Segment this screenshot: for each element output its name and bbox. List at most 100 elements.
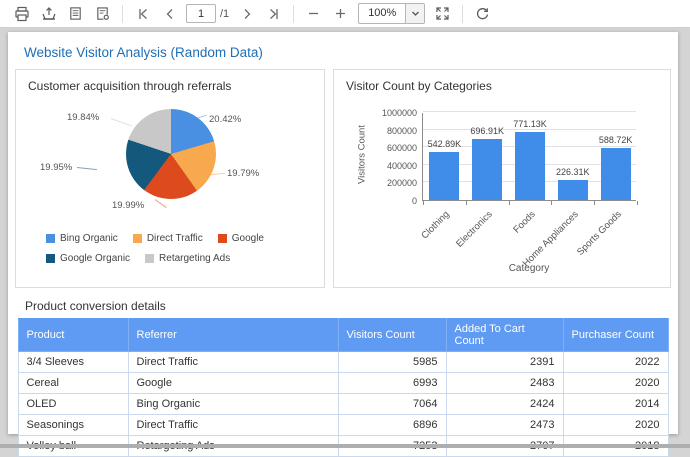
table-cell: 6896 [338, 415, 446, 436]
bar-chart-title: Visitor Count by Categories [334, 70, 670, 93]
zoom-out-button[interactable] [300, 2, 327, 26]
export-button[interactable] [35, 2, 62, 26]
bar-chart-area: Visitors Count 0200000400000600000800000… [334, 99, 670, 284]
report-page: Website Visitor Analysis (Random Data) C… [8, 32, 678, 434]
chevron-down-icon [411, 5, 420, 23]
x-axis-title: Category [422, 263, 636, 274]
report-viewer-area: Website Visitor Analysis (Random Data) C… [0, 28, 690, 448]
table-row: OLEDBing Organic706424242014 [18, 394, 668, 415]
fullscreen-icon [435, 6, 450, 21]
y-tick-label: 800000 [355, 126, 417, 136]
chevron-left-icon [163, 7, 177, 21]
last-page-button[interactable] [260, 2, 287, 26]
parameters-button[interactable] [89, 2, 116, 26]
x-tick-mark [509, 201, 510, 205]
refresh-button[interactable] [469, 2, 496, 26]
minus-icon [307, 7, 320, 20]
legend-label: Direct Traffic [147, 233, 203, 244]
table-cell: 5985 [338, 352, 446, 373]
fullscreen-button[interactable] [429, 2, 456, 26]
bar-chart-panel: Visitor Count by Categories Visitors Cou… [333, 69, 671, 288]
legend-label: Google Organic [60, 253, 130, 264]
table-cell: 6993 [338, 373, 446, 394]
x-tick-mark [594, 201, 595, 205]
report-title: Website Visitor Analysis (Random Data) [8, 32, 678, 60]
table-cell: 2424 [446, 394, 563, 415]
toolbar-separator [293, 5, 294, 23]
y-axis-title: Visitors Count [357, 105, 368, 205]
gridline [423, 111, 636, 112]
last-page-icon [267, 7, 281, 21]
legend-item[interactable]: Google Organic [46, 253, 130, 264]
pie-slice-label: 19.99% [112, 200, 144, 211]
legend-label: Bing Organic [60, 233, 118, 244]
table-row: CerealGoogle699324832020 [18, 373, 668, 394]
print-button[interactable] [8, 2, 35, 26]
zoom-select[interactable]: 100% [358, 3, 425, 24]
legend-item[interactable]: Google [218, 233, 264, 244]
table-cell: 2020 [563, 373, 668, 394]
y-tick-label: 400000 [355, 161, 417, 171]
legend-item[interactable]: Direct Traffic [133, 233, 203, 244]
table-title: Product conversion details [8, 288, 678, 318]
table-cell: Cereal [18, 373, 128, 394]
table-cell: Direct Traffic [128, 352, 338, 373]
pie-chart-area: 20.42% 19.79% 19.99% 19.95% 19.84% [16, 101, 324, 227]
charts-row: Customer acquisition through referrals 2… [8, 60, 678, 288]
bar-plot: 02000004000006000008000001000000542.89KC… [422, 113, 636, 201]
next-page-button[interactable] [233, 2, 260, 26]
bar-value-label: 226.31K [541, 167, 605, 177]
bar [601, 148, 631, 200]
table-cell: 2473 [446, 415, 563, 436]
y-tick-label: 1000000 [355, 108, 417, 118]
chevron-right-icon [240, 7, 254, 21]
pie-chart-panel: Customer acquisition through referrals 2… [15, 69, 325, 288]
first-page-icon [136, 7, 150, 21]
legend-label: Google [232, 233, 264, 244]
print-icon [14, 6, 30, 22]
refresh-icon [475, 6, 490, 21]
pie-slice-label: 20.42% [209, 114, 241, 125]
export-icon [41, 6, 57, 22]
table-cell: 7064 [338, 394, 446, 415]
table-cell: Google [128, 373, 338, 394]
pie-leader-line [77, 167, 97, 170]
bar [429, 152, 459, 200]
table-row: 3/4 SleevesDirect Traffic598523912022 [18, 352, 668, 373]
table-column-header: Visitors Count [338, 319, 446, 352]
bar [515, 132, 545, 200]
zoom-level-value: 100% [359, 4, 405, 23]
table-cell: 2483 [446, 373, 563, 394]
pie-slice-label: 19.95% [40, 162, 72, 173]
pie-slice-label: 19.79% [227, 168, 259, 179]
bar [558, 180, 588, 200]
toolbar-separator [462, 5, 463, 23]
legend-item[interactable]: Retargeting Ads [145, 253, 230, 264]
pie-legend: Bing Organic Direct Traffic Google Google O… [46, 233, 294, 264]
first-page-button[interactable] [129, 2, 156, 26]
legend-swatch [46, 234, 55, 243]
table-cell: Seasonings [18, 415, 128, 436]
zoom-in-button[interactable] [327, 2, 354, 26]
legend-item[interactable]: Bing Organic [46, 233, 118, 244]
pie-chart-title: Customer acquisition through referrals [16, 70, 324, 93]
table-cell: Direct Traffic [128, 415, 338, 436]
bar-value-label: 771.13K [498, 119, 562, 129]
y-tick-label: 200000 [355, 178, 417, 188]
table-column-header: Purchaser Count [563, 319, 668, 352]
table-cell: Bing Organic [128, 394, 338, 415]
table-column-header: Product [18, 319, 128, 352]
bar [472, 139, 502, 200]
table-cell: OLED [18, 394, 128, 415]
bar-value-label: 542.89K [412, 139, 476, 149]
window-bottom-edge [0, 444, 690, 448]
pie-chart [126, 109, 216, 199]
pie-leader-line [155, 199, 167, 208]
page-total-label: /1 [220, 8, 229, 20]
previous-page-button[interactable] [156, 2, 183, 26]
print-layout-button[interactable] [62, 2, 89, 26]
zoom-dropdown-button[interactable] [405, 4, 424, 23]
page-number-input[interactable] [186, 4, 216, 23]
x-tick-mark [466, 201, 467, 205]
pie-slice-label: 19.84% [67, 112, 99, 123]
